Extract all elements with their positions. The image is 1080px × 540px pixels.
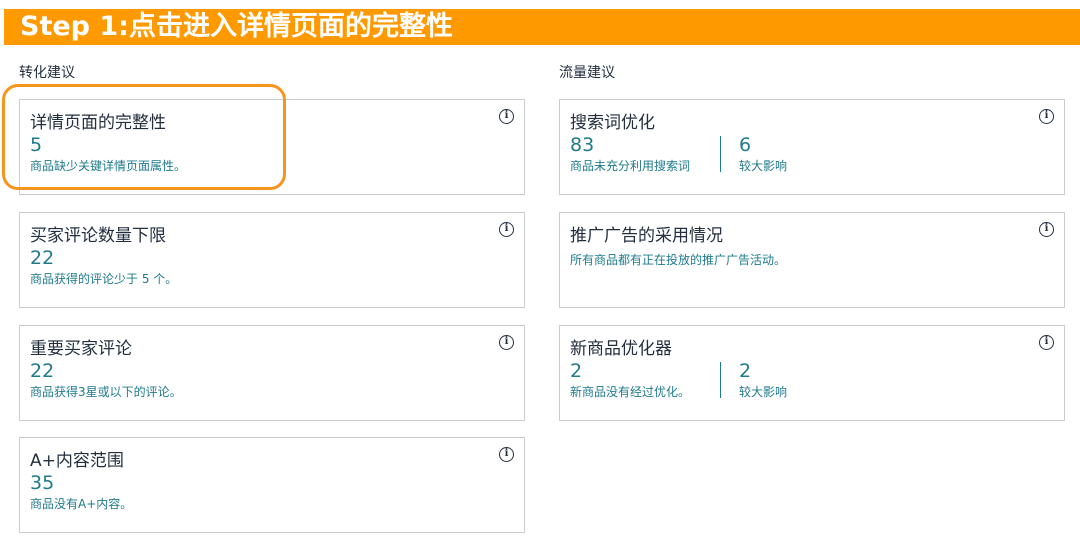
info-icon[interactable]: i <box>499 447 514 462</box>
info-icon[interactable]: i <box>499 109 514 124</box>
conversion-section-title: 转化建议 <box>19 65 75 81</box>
card-value[interactable]: 22 <box>30 360 54 382</box>
card-title: A+内容范围 <box>30 451 124 471</box>
card-title: 详情页面的完整性 <box>30 113 166 133</box>
card-description: 商品获得的评论少于 5 个。 <box>30 272 178 286</box>
card-description: 所有商品都有正在投放的推广广告活动。 <box>570 253 787 267</box>
card-listing-completeness[interactable]: 详情页面的完整性 i 5 商品缺少关键详情页面属性。 <box>19 99 525 195</box>
card-impact-label: 较大影响 <box>739 385 788 399</box>
card-description: 商品获得3星或以下的评论。 <box>30 385 182 399</box>
card-value[interactable]: 5 <box>30 134 42 156</box>
info-icon[interactable]: i <box>1039 109 1054 124</box>
card-title: 买家评论数量下限 <box>30 226 166 246</box>
card-sponsored-ads-adoption[interactable]: 推广广告的采用情况 i 所有商品都有正在投放的推广广告活动。 <box>559 212 1065 308</box>
divider <box>720 362 721 398</box>
step-banner: Step 1:点击进入详情页面的完整性 <box>4 9 1080 45</box>
card-title: 重要买家评论 <box>30 339 132 359</box>
card-title: 搜索词优化 <box>570 113 655 133</box>
card-important-reviews[interactable]: 重要买家评论 i 22 商品获得3星或以下的评论。 <box>19 325 525 421</box>
card-impact-label: 较大影响 <box>739 159 788 173</box>
divider <box>720 136 721 172</box>
card-new-product-optimizer[interactable]: 新商品优化器 i 2 新商品没有经过优化。 2 较大影响 <box>559 325 1065 421</box>
traffic-section-title: 流量建议 <box>559 65 615 81</box>
info-icon[interactable]: i <box>499 335 514 350</box>
info-icon[interactable]: i <box>499 222 514 237</box>
card-impact-value[interactable]: 2 <box>739 360 751 382</box>
card-description: 商品未充分利用搜索词 <box>570 159 691 173</box>
card-value[interactable]: 35 <box>30 472 54 494</box>
card-aplus-coverage[interactable]: A+内容范围 i 35 商品没有A+内容。 <box>19 437 525 533</box>
card-value[interactable]: 22 <box>30 247 54 269</box>
card-search-term-optimization[interactable]: 搜索词优化 i 83 商品未充分利用搜索词 6 较大影响 <box>559 99 1065 195</box>
card-value[interactable]: 83 <box>570 134 594 156</box>
info-icon[interactable]: i <box>1039 222 1054 237</box>
card-impact-value[interactable]: 6 <box>739 134 751 156</box>
card-title: 推广广告的采用情况 <box>570 226 723 246</box>
info-icon[interactable]: i <box>1039 335 1054 350</box>
card-title: 新商品优化器 <box>570 339 672 359</box>
card-description: 商品没有A+内容。 <box>30 497 133 511</box>
card-value[interactable]: 2 <box>570 360 582 382</box>
card-description: 商品缺少关键详情页面属性。 <box>30 159 187 173</box>
card-review-minimum[interactable]: 买家评论数量下限 i 22 商品获得的评论少于 5 个。 <box>19 212 525 308</box>
card-description: 新商品没有经过优化。 <box>570 385 691 399</box>
